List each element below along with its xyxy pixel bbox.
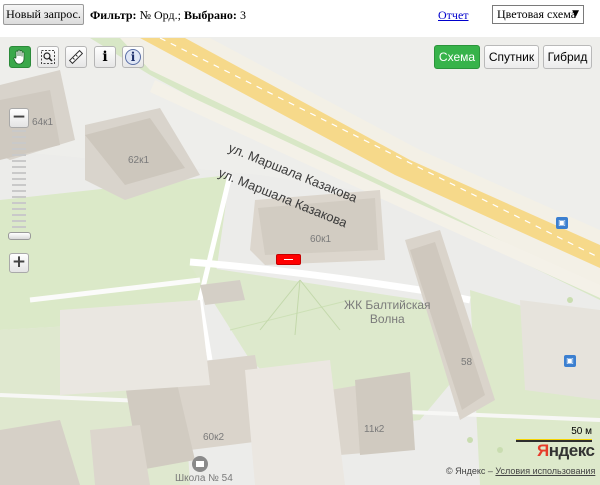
minus-icon: − — [11, 107, 27, 128]
bus-stop-icon[interactable]: ▣ — [564, 355, 576, 367]
zoom-tick — [12, 160, 26, 162]
color-scheme-select[interactable]: Цветовая схема ▼ — [492, 5, 584, 24]
zoom-tick — [12, 190, 26, 192]
zoom-tick — [12, 196, 26, 198]
zoom-tick — [12, 208, 26, 210]
color-scheme-value: Цветовая схема — [497, 7, 577, 21]
selected-label: Выбрано: — [183, 8, 237, 22]
zoom-in-button[interactable]: + — [9, 253, 29, 273]
map-scale: 50 м — [516, 426, 592, 442]
zoom-tick — [12, 136, 26, 138]
scale-label: 50 м — [571, 426, 592, 437]
logo-first-letter: Я — [537, 441, 549, 460]
complex-label-line2: Волна — [369, 312, 405, 326]
yandex-logo[interactable]: Яндекс — [537, 441, 595, 461]
plus-icon: + — [11, 252, 27, 273]
building-label-64k1: 64к1 — [32, 117, 54, 128]
new-query-button[interactable]: Новый запрос. — [3, 4, 84, 25]
zoom-out-button[interactable]: − — [9, 108, 29, 128]
map-type-hybrid-button[interactable]: Гибрид — [543, 45, 592, 69]
zoom-tick — [12, 184, 26, 186]
building-label-60k2: 60к2 — [203, 432, 225, 443]
zoom-tick — [12, 178, 26, 180]
zoom-select-button[interactable] — [37, 46, 59, 68]
hand-icon — [13, 49, 25, 65]
filter-value: № Орд.; — [139, 8, 181, 22]
complex-label: ЖК Балтийская Волна — [344, 298, 431, 326]
copyright: © Яндекс – Условия использования — [446, 466, 595, 476]
report-link[interactable]: Отчет — [438, 8, 469, 23]
zoom-tick — [12, 142, 26, 144]
zoom-tick — [12, 202, 26, 204]
building-label-58: 58 — [461, 357, 473, 368]
hand-tool-button[interactable] — [9, 46, 31, 68]
map-view[interactable]: ул. Маршала Казакова ул. Маршала Казаков… — [0, 37, 600, 485]
building-label-62k1: 62к1 — [128, 155, 150, 166]
ruler-icon — [68, 49, 84, 65]
school-icon[interactable] — [192, 456, 208, 472]
ruler-button[interactable] — [65, 46, 87, 68]
magnifier-select-icon — [41, 50, 55, 64]
filter-status: Фильтр: № Орд.; Выбрано: 3 — [90, 8, 246, 23]
zoom-tick — [12, 130, 26, 132]
zoom-tick — [12, 220, 26, 222]
zoom-slider-handle[interactable] — [8, 232, 31, 240]
building-label-60k1: 60к1 — [310, 234, 332, 245]
selected-count: 3 — [239, 8, 246, 22]
zoom-tick — [12, 214, 26, 216]
info-circle-icon: i — [125, 49, 141, 65]
zoom-tick — [12, 148, 26, 150]
zoom-tick — [12, 226, 26, 228]
building-label-11k2: 11к2 — [364, 424, 385, 435]
info-icon: i — [102, 49, 108, 65]
complex-label-line1: ЖК Балтийская — [344, 298, 431, 312]
map-type-scheme-button[interactable]: Схема — [434, 45, 480, 69]
top-toolbar: Новый запрос. Фильтр: № Орд.; Выбрано: 3… — [0, 0, 600, 37]
info-circle-button[interactable]: i — [122, 46, 144, 68]
zoom-tick — [12, 172, 26, 174]
map-type-satellite-button[interactable]: Спутник — [484, 45, 539, 69]
copyright-text: © Яндекс – — [446, 466, 493, 476]
chevron-down-icon: ▼ — [572, 9, 579, 19]
zoom-tick — [12, 154, 26, 156]
bus-stop-icon[interactable]: ▣ — [556, 217, 568, 229]
logo-rest: ндекс — [548, 441, 595, 460]
school-label: Школа № 54 — [175, 473, 233, 484]
info-button[interactable]: i — [94, 46, 116, 68]
terms-link[interactable]: Условия использования — [495, 466, 595, 476]
zoom-tick — [12, 166, 26, 168]
selected-object-marker[interactable] — [276, 254, 301, 265]
filter-label: Фильтр: — [90, 8, 137, 22]
